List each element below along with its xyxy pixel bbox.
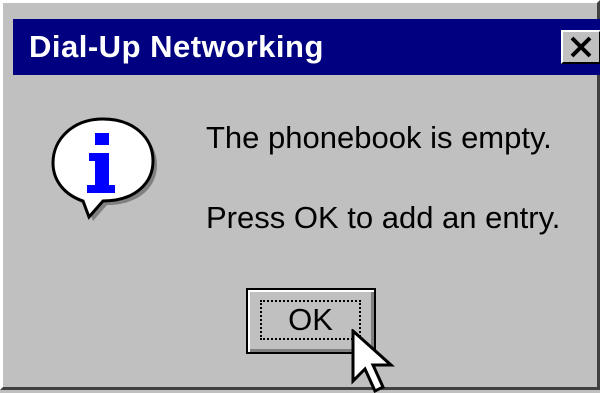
message-line-1: The phonebook is empty. (206, 120, 552, 155)
window-title: Dial-Up Networking (29, 29, 324, 64)
message-line-2: Press OK to add an entry. (206, 200, 561, 235)
close-icon (570, 36, 592, 58)
ok-button-label: OK (288, 302, 333, 337)
arrow-cursor-icon (351, 329, 395, 393)
information-icon (51, 117, 157, 221)
dialog-window: Dial-Up Networking The phonebook is empt… (0, 0, 600, 393)
focus-rectangle: OK (260, 300, 361, 340)
close-button[interactable] (561, 30, 600, 64)
title-bar[interactable]: Dial-Up Networking (13, 19, 600, 75)
